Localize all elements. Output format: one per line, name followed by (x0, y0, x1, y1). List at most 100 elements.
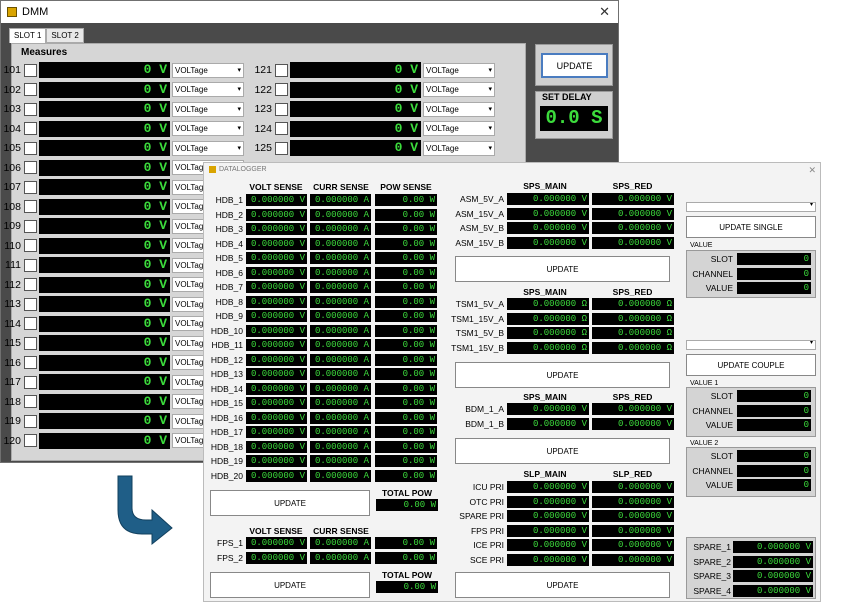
hdb-label: HDB_7 (215, 282, 243, 292)
tab-slot-2[interactable]: SLOT 2 (46, 28, 84, 43)
tsm-red-value: 0.000000 Ω (592, 312, 674, 325)
value2-field-value: 0 (737, 464, 811, 477)
channel-checkbox[interactable] (24, 434, 37, 447)
channel-value-display: 0 V (39, 374, 170, 390)
channel-mode-select[interactable]: VOLTage (172, 101, 244, 117)
channel-mode-select[interactable]: VOLTage (172, 82, 244, 97)
update-button[interactable]: UPDATE (541, 53, 608, 78)
tab-slot-1[interactable]: SLOT 1 (9, 28, 47, 43)
hdb-total-pow-value: 0.00 W (376, 499, 438, 511)
slp-main-value: 0.000000 V (507, 495, 589, 508)
channel-checkbox[interactable] (275, 102, 288, 116)
app-icon (7, 7, 17, 17)
value1-field-value: 0 (737, 419, 811, 431)
channel-checkbox[interactable] (24, 395, 37, 408)
fps-curr-value: 0.000000 A (310, 537, 371, 549)
datalogger-title: DATALOGGER (219, 166, 267, 173)
tsm-update-button[interactable]: UPDATE (455, 362, 670, 388)
hdb-volt-value: 0.000000 V (246, 339, 307, 351)
hdb-pow-value: 0.00 W (375, 455, 437, 467)
channel-value-display: 0 V (39, 393, 170, 410)
channel-value-display: 0 V (39, 335, 170, 351)
channel-value-display: 0 V (290, 140, 421, 156)
channel-checkbox[interactable] (24, 102, 37, 116)
bdm-update-button[interactable]: UPDATE (455, 438, 670, 464)
channel-number: 125 (254, 142, 272, 154)
value2-field-label: VALUE (705, 480, 733, 490)
hdb-volt-value: 0.000000 V (246, 295, 307, 308)
value1-field-label: VALUE (705, 420, 733, 430)
slp-update-button[interactable]: UPDATE (455, 572, 670, 598)
fps-label: FPS_2 (217, 552, 243, 563)
hdb-curr-value: 0.000000 A (310, 397, 371, 409)
tsm-label: TSM1_15V_A (451, 313, 504, 324)
channel-checkbox[interactable] (275, 83, 288, 96)
hdb-volt-value: 0.000000 V (246, 455, 307, 467)
channel-checkbox[interactable] (275, 122, 288, 135)
hdb-label: HDB_20 (210, 470, 243, 481)
channel-mode-select[interactable]: VOLTage (172, 62, 244, 78)
channel-row: 125 0 V VOLTage (252, 139, 495, 157)
hdb-label: HDB_19 (210, 456, 243, 466)
volt-sense-header: VOLT SENSE (249, 182, 303, 192)
channel-value-display: 0 V (39, 198, 170, 215)
channel-checkbox[interactable] (275, 63, 288, 77)
channel-value-display: 0 V (39, 81, 170, 98)
channel-row: 123 0 V VOLTage (252, 100, 495, 118)
channel-mode-select[interactable]: VOLTage (423, 82, 495, 97)
fps-update-button[interactable]: UPDATE (210, 572, 370, 598)
tsm-red-header: SPS_RED (612, 287, 653, 297)
channel-value-display: 0 V (39, 179, 170, 195)
asm-main-header: SPS_MAIN (523, 181, 567, 191)
channel-checkbox[interactable] (24, 180, 37, 194)
channel-checkbox[interactable] (24, 200, 37, 213)
channel-checkbox[interactable] (24, 336, 37, 350)
channel-mode-select[interactable]: VOLTage (172, 140, 244, 156)
hdb-curr-value: 0.000000 A (310, 426, 371, 438)
channel-mode-select[interactable]: VOLTage (423, 121, 495, 136)
channel-checkbox[interactable] (24, 161, 37, 174)
slp-main-header: SLP_MAIN (523, 469, 567, 479)
fps-volt-sense-header: VOLT SENSE (249, 526, 303, 536)
asm-red-value: 0.000000 V (592, 207, 674, 220)
update-single-button[interactable]: UPDATE SINGLE (686, 216, 816, 238)
channel-checkbox[interactable] (24, 63, 37, 77)
channel-number: 110 (4, 239, 21, 252)
channel-checkbox[interactable] (24, 297, 37, 311)
channel-number: 114 (4, 317, 21, 330)
spare-label: SPARE_2 (693, 556, 731, 567)
channel-checkbox[interactable] (24, 258, 37, 272)
close-icon[interactable]: ✕ (599, 4, 610, 20)
channel-mode-select[interactable]: VOLTage (423, 140, 495, 156)
channel-checkbox[interactable] (275, 141, 288, 155)
single-field-value: 0 (737, 267, 811, 280)
single-select[interactable] (686, 201, 816, 212)
channel-checkbox[interactable] (24, 122, 37, 135)
hdb-label: HDB_4 (215, 238, 243, 249)
channel-checkbox[interactable] (24, 141, 37, 155)
asm-update-button[interactable]: UPDATE (455, 256, 670, 282)
hdb-update-button[interactable]: UPDATE (210, 490, 370, 516)
channel-checkbox[interactable] (24, 375, 37, 389)
channel-checkbox[interactable] (24, 278, 37, 291)
hdb-pow-value: 0.00 W (375, 252, 437, 264)
delay-display[interactable]: 0.0 S (540, 106, 608, 131)
update-couple-button[interactable]: UPDATE COUPLE (686, 354, 816, 376)
channel-checkbox[interactable] (24, 239, 37, 252)
channel-checkbox[interactable] (24, 219, 37, 233)
datalogger-close-icon[interactable]: ✕ (808, 165, 816, 176)
slp-label: FPS PRI (470, 525, 504, 536)
channel-checkbox[interactable] (24, 317, 37, 330)
channel-checkbox[interactable] (24, 414, 37, 428)
spare-label: SPARE_1 (693, 542, 731, 552)
channel-mode-select[interactable]: VOLTage (172, 121, 244, 136)
channel-value-display: 0 V (39, 413, 170, 429)
hdb-pow-value: 0.00 W (375, 237, 437, 250)
channel-mode-select[interactable]: VOLTage (423, 62, 495, 78)
couple-select[interactable] (686, 339, 816, 350)
hdb-curr-value: 0.000000 A (310, 237, 371, 250)
channel-checkbox[interactable] (24, 356, 37, 369)
spare-value: 0.000000 V (733, 555, 813, 568)
channel-checkbox[interactable] (24, 83, 37, 96)
channel-mode-select[interactable]: VOLTage (423, 101, 495, 117)
